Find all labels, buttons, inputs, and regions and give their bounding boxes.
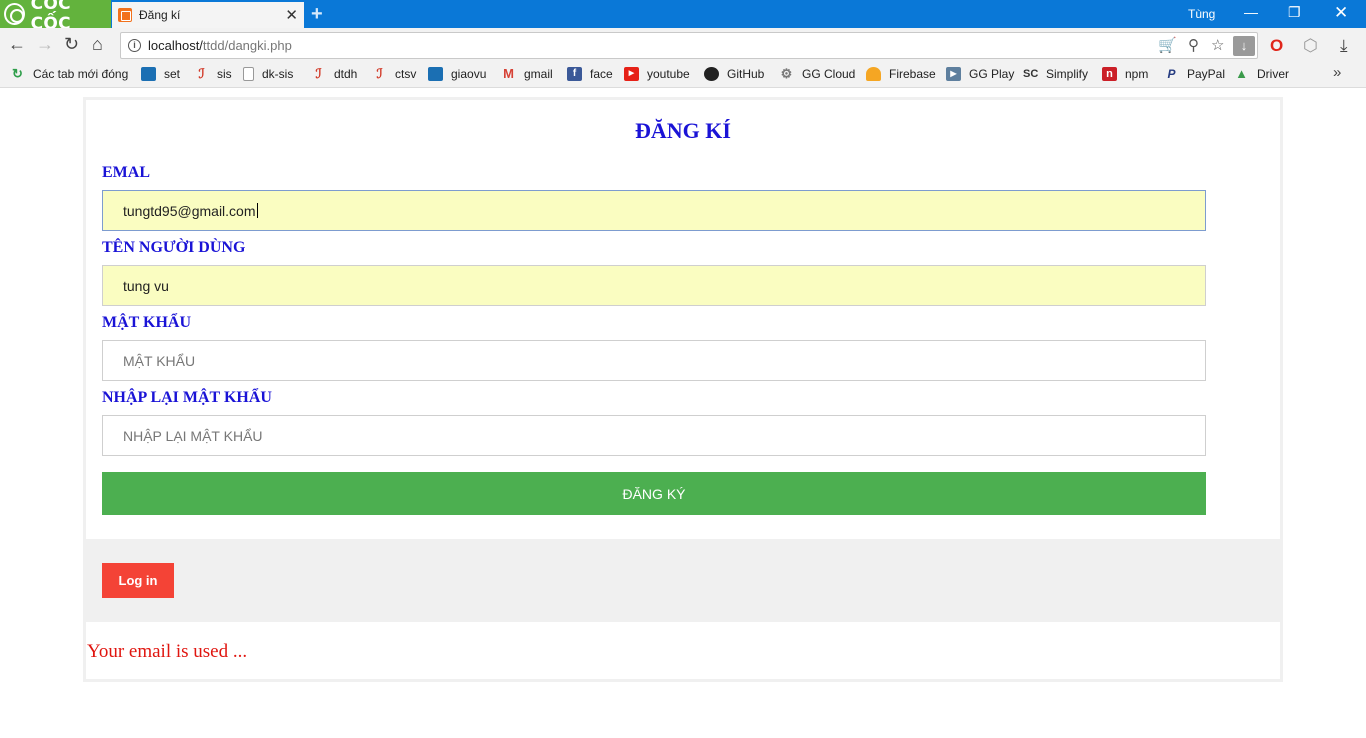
bookmark-star-icon[interactable]: ☆ [1211, 36, 1224, 54]
password-field[interactable]: MẬT KHẨU [102, 340, 1206, 381]
gg-play-icon: ▶ [946, 67, 961, 81]
form-footer: Log in [86, 539, 1280, 622]
url-text[interactable]: localhost/ttdd/dangki.php [148, 38, 292, 53]
bookmark-face[interactable]: f face [567, 67, 613, 81]
text-caret [256, 203, 258, 218]
tab-close-icon[interactable]: ✕ [285, 6, 298, 24]
email-field[interactable]: tungtd95@gmail.com [102, 190, 1206, 231]
ctsv-icon: ℐ [376, 66, 383, 81]
drive-icon: ▲ [1235, 66, 1248, 81]
restore-icon[interactable]: ❐ [1288, 4, 1301, 21]
dtdh-icon: ℐ [315, 66, 322, 81]
browser-title-bar: CỐC CỐC Đăng kí ✕ + Tùng — ❐ ✕ [0, 0, 1366, 34]
register-button[interactable]: ĐĂNG KÝ [102, 472, 1206, 515]
minimize-icon[interactable]: — [1244, 4, 1258, 20]
confirm-password-field[interactable]: NHẬP LẠI MẬT KHẨU [102, 415, 1206, 456]
bookmark-gg-cloud[interactable]: ⚙ GG Cloud [779, 66, 856, 82]
key-icon[interactable]: ⚲ [1188, 36, 1199, 54]
site-info-icon[interactable]: i [128, 39, 141, 52]
gg-cloud-icon: ⚙ [780, 66, 793, 81]
username-label: TÊN NGƯỜI DÙNG [102, 239, 246, 256]
bookmark-npm[interactable]: n npm [1102, 67, 1148, 81]
forward-icon[interactable]: → [36, 34, 54, 55]
shopping-cart-icon[interactable]: 🛒 [1158, 36, 1177, 54]
media-download-icon[interactable]: ↓ [1233, 36, 1255, 56]
bookmark-gg-play[interactable]: ▶ GG Play [946, 67, 1014, 81]
coccoc-logo-icon [4, 3, 25, 25]
bookmark-sis[interactable]: ℐsis [194, 66, 231, 82]
simplify-icon: SC [1023, 68, 1039, 80]
email-label: EMAL [102, 164, 150, 181]
bookmark-driver[interactable]: ▲ Driver [1234, 66, 1289, 82]
bookmark-dk-sis[interactable]: dk-sis [243, 67, 293, 81]
home-icon[interactable]: ⌂ [92, 34, 103, 55]
tab-dang-ki[interactable]: Đăng kí ✕ [112, 2, 304, 28]
browser-toolbar: ← → ↻ ⌂ i localhost/ttdd/dangki.php 🛒 ⚲ … [0, 28, 1366, 62]
npm-icon: n [1102, 67, 1117, 81]
bookmark-set[interactable]: set [141, 67, 180, 81]
close-window-icon[interactable]: ✕ [1334, 3, 1348, 23]
xampp-favicon-icon [118, 8, 132, 22]
reload-icon[interactable]: ↻ [64, 34, 79, 55]
youtube-icon: ▶ [624, 67, 639, 81]
page-icon [243, 67, 254, 81]
new-tab-button[interactable]: + [311, 3, 323, 26]
bookmark-simplify[interactable]: SC Simplify [1023, 67, 1088, 81]
password-placeholder: MẬT KHẨU [123, 352, 196, 369]
bookmark-ctsv[interactable]: ℐctsv [372, 66, 416, 82]
bookmark-paypal[interactable]: P PayPal [1164, 67, 1225, 81]
bookmark-firebase[interactable]: Firebase [866, 67, 936, 81]
brand-logo[interactable]: CỐC CỐC [0, 0, 111, 34]
extension-icon[interactable]: ⬡ [1303, 36, 1318, 56]
address-bar[interactable]: i localhost/ttdd/dangki.php 🛒 ⚲ ☆ ↓ [120, 32, 1258, 59]
username-value: tung vu [123, 277, 169, 294]
paypal-icon: P [1167, 67, 1176, 81]
profile-name[interactable]: Tùng [1188, 7, 1215, 21]
tab-title: Đăng kí [139, 8, 181, 22]
sis-icon: ℐ [198, 66, 205, 81]
download-icon[interactable]: ⤓ [1340, 36, 1348, 56]
username-field[interactable]: tung vu [102, 265, 1206, 306]
recent-tabs-icon: ↻ [12, 66, 23, 81]
opera-icon[interactable]: O [1270, 36, 1283, 56]
login-button[interactable]: Log in [102, 563, 174, 598]
gmail-icon: M [503, 66, 514, 81]
more-bookmarks-icon[interactable]: » [1333, 64, 1341, 81]
bookmarks-bar: ↻ Các tab mới đóng set ℐsis dk-sis ℐdtdh … [0, 62, 1366, 88]
firebase-icon [866, 67, 881, 81]
bookmark-youtube[interactable]: ▶ youtube [624, 67, 690, 81]
bookmark-github[interactable]: GitHub [704, 67, 764, 81]
giaovu-icon [428, 67, 443, 81]
confirm-password-label: NHẬP LẠI MẬT KHẨU [102, 389, 272, 406]
bookmark-gmail[interactable]: Mgmail [501, 66, 553, 82]
email-value: tungtd95@gmail.com [123, 202, 256, 219]
github-icon [704, 67, 719, 81]
back-icon[interactable]: ← [8, 34, 26, 55]
bookmark-dtdh[interactable]: ℐdtdh [311, 66, 357, 82]
error-message: Your email is used ... [87, 641, 248, 662]
set-icon [141, 67, 156, 81]
bookmark-giaovu[interactable]: giaovu [428, 67, 486, 81]
register-card: ĐĂNG KÍ EMAL tungtd95@gmail.com TÊN NGƯỜ… [83, 97, 1283, 682]
confirm-password-placeholder: NHẬP LẠI MẬT KHẨU [123, 427, 263, 444]
password-label: MẬT KHẨU [102, 314, 192, 331]
page-title: ĐĂNG KÍ [635, 118, 731, 143]
facebook-icon: f [567, 67, 582, 81]
bookmark-recent-tabs[interactable]: ↻ Các tab mới đóng [10, 66, 128, 82]
